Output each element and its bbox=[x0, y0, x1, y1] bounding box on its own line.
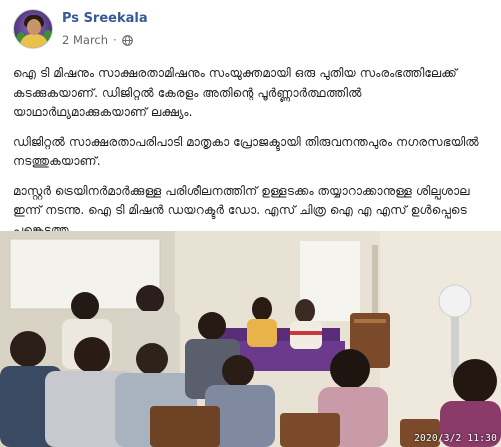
author-avatar[interactable] bbox=[13, 9, 53, 49]
photo-timestamp: 2020/3/2 11:30 bbox=[414, 433, 497, 444]
meta-separator: · bbox=[113, 33, 117, 47]
post-photo[interactable]: 2020/3/2 11:30 bbox=[0, 231, 501, 447]
post-body: ഐ ടി മിഷനും സാക്ഷരതാമിഷനും സംയുക്തമായി ഒ… bbox=[13, 64, 493, 250]
post-date[interactable]: 2 March bbox=[62, 33, 108, 47]
author-name[interactable]: Ps Sreekala bbox=[62, 11, 148, 26]
post-paragraph-1: ഐ ടി മിഷനും സാക്ഷരതാമിഷനും സംയുക്തമായി ഒ… bbox=[13, 66, 457, 119]
facebook-post: Ps Sreekala 2 March · ഐ ടി മിഷനും സാക്ഷര… bbox=[0, 0, 501, 447]
globe-icon[interactable] bbox=[121, 34, 133, 46]
post-paragraph-2: ഡിജിറ്റൽ സാക്ഷരതാപരിപാടി മാതൃകാ പ്രോജക്ട… bbox=[13, 134, 479, 169]
post-meta: 2 March · bbox=[62, 33, 133, 47]
post-header: Ps Sreekala 2 March · bbox=[13, 9, 483, 49]
